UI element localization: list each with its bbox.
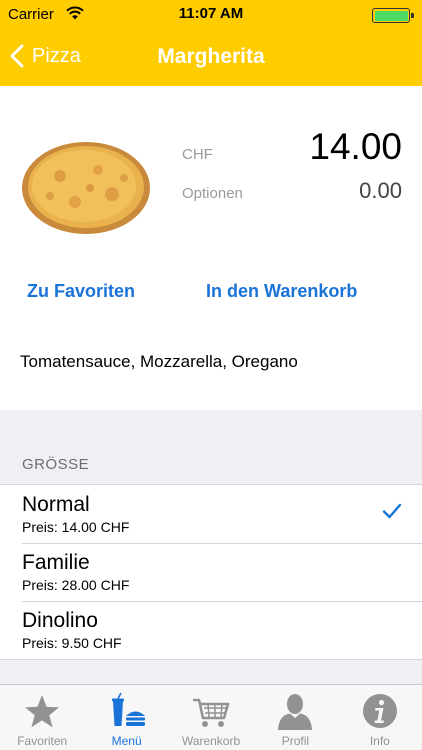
tab-profil[interactable]: Profil [253, 685, 337, 750]
size-list: Normal Preis: 14.00 CHF Familie Preis: 2… [0, 484, 422, 660]
size-option-familie[interactable]: Familie Preis: 28.00 CHF [0, 543, 422, 601]
size-option-normal[interactable]: Normal Preis: 14.00 CHF [0, 485, 422, 543]
cart-icon [193, 698, 230, 727]
tab-info[interactable]: Info [338, 685, 422, 750]
nav-bar: Pizza Margherita [0, 30, 422, 86]
product-header: CHF 14.00 Optionen 0.00 Zu Favoriten In … [0, 86, 422, 410]
price-value: 14.00 [309, 126, 402, 167]
tab-label: Profil [281, 734, 310, 748]
size-name: Dinolino [22, 609, 98, 632]
page-title: Margherita [157, 45, 265, 68]
tab-label: Favoriten [17, 734, 68, 748]
tab-warenkorb[interactable]: Warenkorb [169, 685, 253, 750]
battery-icon [372, 8, 414, 23]
star-icon [25, 695, 60, 728]
size-name: Familie [22, 551, 90, 574]
product-description: Tomatensauce, Mozzarella, Oregano [20, 352, 298, 371]
add-to-favorites-button[interactable]: Zu Favoriten [27, 281, 135, 302]
tab-label: Warenkorb [181, 734, 241, 748]
pizza-image [22, 142, 150, 234]
currency-label: CHF [182, 146, 213, 163]
menu-food-icon [111, 692, 145, 726]
size-price: Preis: 9.50 CHF [22, 635, 122, 651]
tab-favoriten[interactable]: Favoriten [0, 685, 84, 750]
info-icon [362, 694, 397, 728]
size-option-dinolino[interactable]: Dinolino Preis: 9.50 CHF [0, 601, 422, 659]
profile-icon [278, 694, 313, 730]
tab-label: Menü [111, 734, 142, 748]
checkmark-icon [382, 503, 402, 519]
section-header: GRÖSSE [22, 456, 90, 473]
options-label: Optionen [182, 185, 243, 202]
status-time: 11:07 AM [178, 5, 244, 22]
tab-bar: Favoriten Menü Warenkorb Profil Info [0, 684, 422, 750]
add-to-cart-button[interactable]: In den Warenkorb [206, 281, 357, 302]
price-row: CHF 14.00 [182, 126, 402, 168]
top-bar: Carrier 11:07 AM Pizza Margherita [0, 0, 422, 86]
size-price: Preis: 14.00 CHF [22, 519, 130, 535]
options-price: 0.00 [359, 178, 402, 203]
status-bar: Carrier 11:07 AM [0, 0, 422, 30]
tab-label: Info [369, 734, 390, 748]
size-price: Preis: 28.00 CHF [22, 577, 130, 593]
options-row: Optionen 0.00 [182, 178, 402, 204]
size-name: Normal [22, 493, 90, 516]
tab-menu[interactable]: Menü [84, 685, 168, 750]
size-section: GRÖSSE Normal Preis: 14.00 CHF Familie P… [0, 410, 422, 684]
